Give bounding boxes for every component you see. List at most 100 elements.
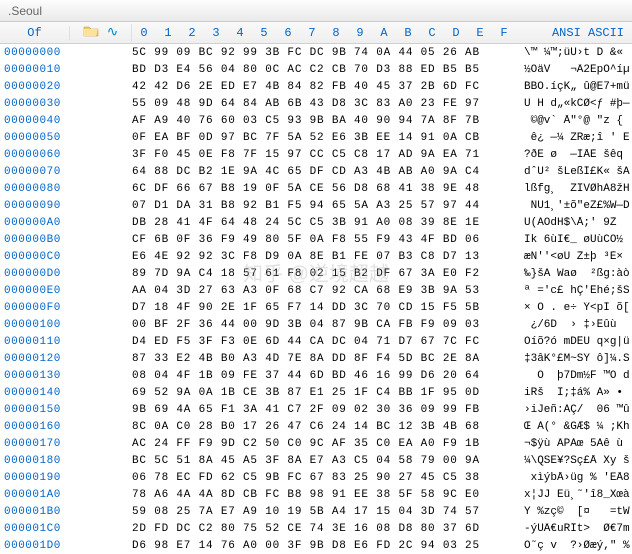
hex-bytes[interactable]: 89 7D 9A C4 18 57 61 F8 02 15 B2 DF 67 3… — [132, 268, 516, 280]
ascii-text[interactable]: -ýÜÂ€uRÎt> Ø€7m — [516, 523, 632, 535]
hex-row[interactable]: 000001B059 08 25 7A E7 A9 10 19 5B A4 17… — [0, 503, 632, 520]
hex-col-header-D[interactable]: D — [444, 26, 468, 40]
hex-bytes[interactable]: BD D3 E4 56 04 80 0C AC C2 CB 70 D3 88 E… — [132, 64, 516, 76]
hex-bytes[interactable]: DB 28 41 4F 64 48 24 5C C5 3B 91 A0 08 3… — [132, 217, 516, 229]
hex-bytes[interactable]: 07 D1 DA 31 B8 92 B1 F5 94 65 5A A3 25 5… — [132, 200, 516, 212]
hex-row[interactable]: 000001509B 69 4A 65 F1 3A 41 C7 2F 09 02… — [0, 401, 632, 418]
hex-bytes[interactable]: 6C DF 66 67 B8 19 0F 5A CE 56 D8 68 41 3… — [132, 183, 516, 195]
ascii-text[interactable]: O þ7Dm½F ™Ö d — [516, 370, 632, 382]
hex-row[interactable]: 00000180BC 5C 51 8A 45 A5 3F 8A E7 A3 C5… — [0, 452, 632, 469]
hex-bytes[interactable]: 59 08 25 7A E7 A9 10 19 5B A4 17 15 04 3… — [132, 506, 516, 518]
hex-row[interactable]: 000000603F F0 45 0E F8 7F 15 97 CC C5 C8… — [0, 146, 632, 163]
hex-col-header-E[interactable]: E — [468, 26, 492, 40]
offset-header[interactable]: Of — [0, 26, 70, 40]
ascii-text[interactable]: xìýbÅ›üg % 'EÅ8 — [516, 472, 632, 484]
hex-bytes[interactable]: AF A9 40 76 60 03 C5 93 9B BA 40 90 94 7… — [132, 115, 516, 127]
ascii-text[interactable]: iRš Î;‡á% Ä» • — [516, 387, 632, 399]
hex-row[interactable]: 0000012087 33 E2 4B B0 A3 4D 7E 8A DD 8F… — [0, 350, 632, 367]
ascii-text[interactable]: lßfg¸ ZÎVØhA8žH — [516, 183, 632, 195]
hex-bytes[interactable]: 42 42 D6 2E ED E7 4B 84 82 FB 40 45 37 2… — [132, 81, 516, 93]
ascii-text[interactable]: Ö˜ç v ?›Øæý," % — [516, 540, 632, 552]
ascii-text[interactable]: æN''<øÙ Ž±þ ³È× — [516, 251, 632, 263]
hex-bytes[interactable]: 9B 69 4A 65 F1 3A 41 C7 2F 09 02 30 36 0… — [132, 404, 516, 416]
hex-bytes[interactable]: 2D FD DC C2 80 75 52 CE 74 3E 16 08 D8 8… — [132, 523, 516, 535]
hex-row[interactable]: 00000170AC 24 FF F9 9D C2 50 C0 9C AF 35… — [0, 435, 632, 452]
hex-row[interactable]: 000001A078 A6 4A 4A 8D CB FC B8 98 91 EE… — [0, 486, 632, 503]
ascii-text[interactable]: ¿/6D › ‡›Êûù — [516, 319, 632, 331]
hex-bytes[interactable]: E6 4E 92 92 3C F8 D9 0A 8E B1 FE 07 B3 C… — [132, 251, 516, 263]
ascii-text[interactable]: Œ À(° &GÆ$ ¼ ;Kh — [516, 421, 632, 433]
hex-bytes[interactable]: D4 ED F5 3F F3 0E 6D 44 CA DC 04 71 D7 6… — [132, 336, 516, 348]
ascii-text[interactable]: Ôíõ?ó mDÊÜ q×g|ü — [516, 336, 632, 348]
hex-row[interactable]: 00000040AF A9 40 76 60 03 C5 93 9B BA 40… — [0, 112, 632, 129]
hex-row[interactable]: 000001608C 0A C0 28 B0 17 26 47 C6 24 14… — [0, 418, 632, 435]
hex-row[interactable]: 000000F0D7 18 4F 90 2E 1F 65 F7 14 DD 3C… — [0, 299, 632, 316]
hex-bytes[interactable]: 64 88 DC B2 1E 9A 4C 65 DF CD A3 4B AB A… — [132, 166, 516, 178]
ascii-text[interactable]: ?ðE ø —ÌÅÈ ­šêq — [516, 149, 632, 161]
ascii-text[interactable]: ›iJeñ:AÇ/ 06 ™û — [516, 404, 632, 416]
hex-row[interactable]: 0000007064 88 DC B2 1E 9A 4C 65 DF CD A3… — [0, 163, 632, 180]
ascii-text[interactable]: ¯©@v` Å"°@ "z { — [516, 115, 632, 127]
hex-row[interactable]: 000000500F EA BF 0D 97 BC 7F 5A 52 E6 3B… — [0, 129, 632, 146]
hex-bytes[interactable]: D6 98 E7 14 76 A0 00 3F 9B D8 E6 FD 2C 9… — [132, 540, 516, 552]
hex-col-header-3[interactable]: 3 — [204, 26, 228, 40]
hex-row[interactable]: 0000019006 78 EC FD 62 C5 9B FC 67 83 25… — [0, 469, 632, 486]
hex-bytes[interactable]: 69 52 9A 0A 1B CE 3B 87 E1 25 1F C4 BB 1… — [132, 387, 516, 399]
ascii-text[interactable]: Y %zç© [¤ =tW — [516, 506, 632, 518]
ascii-text[interactable]: ½ÓäV ¬Â2ËpÓ^íµ — [516, 64, 632, 76]
ascii-text[interactable]: ª ='c£ hÇ'Êhé;šS — [516, 285, 632, 297]
hex-col-header-7[interactable]: 7 — [300, 26, 324, 40]
hex-row[interactable]: 000001D0D6 98 E7 14 76 A0 00 3F 9B D8 E6… — [0, 537, 632, 554]
ascii-text[interactable]: Ïk 6ùI€_ øUùCO½ — [516, 234, 632, 246]
hex-row[interactable]: 000000C0E6 4E 92 92 3C F8 D9 0A 8E B1 FE… — [0, 248, 632, 265]
hex-row[interactable]: 000000E0AA 04 3D 27 63 A3 0F 68 C7 92 CA… — [0, 282, 632, 299]
ascii-text[interactable]: ê¿ —¼ ZRæ;î ' Ë — [516, 132, 632, 144]
hex-row[interactable]: 000000D089 7D 9A C4 18 57 61 F8 02 15 B2… — [0, 265, 632, 282]
hex-bytes[interactable]: BC 5C 51 8A 45 A5 3F 8A E7 A3 C5 04 58 7… — [132, 455, 516, 467]
folder-icon[interactable] — [83, 24, 99, 42]
ascii-text[interactable]: BBÖ.íçK„ û@E7+mü — [516, 81, 632, 93]
hex-row[interactable]: 0000009007 D1 DA 31 B8 92 B1 F5 94 65 5A… — [0, 197, 632, 214]
ascii-text[interactable]: Û(AOdH$\Å;' 9Ž — [516, 217, 632, 229]
ascii-text[interactable]: dˆÜ² šLeßÍ£K« šÄ — [516, 166, 632, 178]
hex-row[interactable]: 000000B0CF 6B 0F 36 F9 49 80 5F 0A F8 55… — [0, 231, 632, 248]
hex-row[interactable]: 0000014069 52 9A 0A 1B CE 3B 87 E1 25 1F… — [0, 384, 632, 401]
hex-col-header-4[interactable]: 4 — [228, 26, 252, 40]
hex-bytes[interactable]: 00 BF 2F 36 44 00 9D 3B 04 87 9B CA FB F… — [132, 319, 516, 331]
hex-bytes[interactable]: 87 33 E2 4B B0 A3 4D 7E 8A DD 8F F4 5D B… — [132, 353, 516, 365]
hex-row[interactable]: 00000010BD D3 E4 56 04 80 0C AC C2 CB 70… — [0, 61, 632, 78]
hex-row[interactable]: 000000A0DB 28 41 4F 64 48 24 5C C5 3B 91… — [0, 214, 632, 231]
hex-col-header-F[interactable]: F — [492, 26, 516, 40]
hex-col-header-C[interactable]: C — [420, 26, 444, 40]
hex-bytes[interactable]: 3F F0 45 0E F8 7F 15 97 CC C5 C8 17 AD 9… — [132, 149, 516, 161]
hex-row[interactable]: 000000806C DF 66 67 B8 19 0F 5A CE 56 D8… — [0, 180, 632, 197]
hex-bytes[interactable]: CF 6B 0F 36 F9 49 80 5F 0A F8 55 F9 43 4… — [132, 234, 516, 246]
ascii-text[interactable]: U H d„«kCØ<ƒ #þ— — [516, 98, 632, 110]
hex-col-header-5[interactable]: 5 — [252, 26, 276, 40]
hex-row[interactable]: 0000013008 04 4F 1B 09 FE 37 44 6D BD 46… — [0, 367, 632, 384]
hex-col-header-A[interactable]: A — [372, 26, 396, 40]
hex-col-header-8[interactable]: 8 — [324, 26, 348, 40]
hex-col-header-0[interactable]: 0 — [132, 26, 156, 40]
ascii-text[interactable]: ‡3âK°£M~ŠÝ ô]¼.Š — [516, 353, 632, 365]
hex-bytes[interactable]: 5C 99 09 BC 92 99 3B FC DC 9B 74 0A 44 0… — [132, 47, 516, 59]
hex-bytes[interactable]: D7 18 4F 90 2E 1F 65 F7 14 DD 3C 70 CD 1… — [132, 302, 516, 314]
hex-col-header-6[interactable]: 6 — [276, 26, 300, 40]
hex-col-header-9[interactable]: 9 — [348, 26, 372, 40]
hex-row[interactable]: 000000005C 99 09 BC 92 99 3B FC DC 9B 74… — [0, 44, 632, 61]
hex-row[interactable]: 00000110D4 ED F5 3F F3 0E 6D 44 CA DC 04… — [0, 333, 632, 350]
ascii-header[interactable]: ANSI ASCII — [516, 26, 632, 40]
ascii-text[interactable]: \™ ¼™;üÜ›t D &« — [516, 47, 632, 59]
hex-bytes[interactable]: 06 78 EC FD 62 C5 9B FC 67 83 25 90 27 4… — [132, 472, 516, 484]
ascii-text[interactable]: ¼\QŠE¥?Šç£Å Xy š — [516, 455, 632, 467]
hex-row[interactable]: 0000002042 42 D6 2E ED E7 4B 84 82 FB 40… — [0, 78, 632, 95]
hex-row[interactable]: 0000010000 BF 2F 36 44 00 9D 3B 04 87 9B… — [0, 316, 632, 333]
hex-col-header-1[interactable]: 1 — [156, 26, 180, 40]
hex-col-header-B[interactable]: B — [396, 26, 420, 40]
ascii-text[interactable]: ‰}šÄ Waø ²ßg:àò — [516, 268, 632, 280]
ascii-text[interactable]: x¦JJ Ëü¸˜'î8_Xœà — [516, 489, 632, 501]
hex-row[interactable]: 0000003055 09 48 9D 64 84 AB 6B 43 D8 3C… — [0, 95, 632, 112]
hex-bytes[interactable]: AC 24 FF F9 9D C2 50 C0 9C AF 35 C0 EA A… — [132, 438, 516, 450]
hex-bytes[interactable]: 08 04 4F 1B 09 FE 37 44 6D BD 46 16 99 D… — [132, 370, 516, 382]
hex-bytes[interactable]: 78 A6 4A 4A 8D CB FC B8 98 91 EE 38 5F 5… — [132, 489, 516, 501]
